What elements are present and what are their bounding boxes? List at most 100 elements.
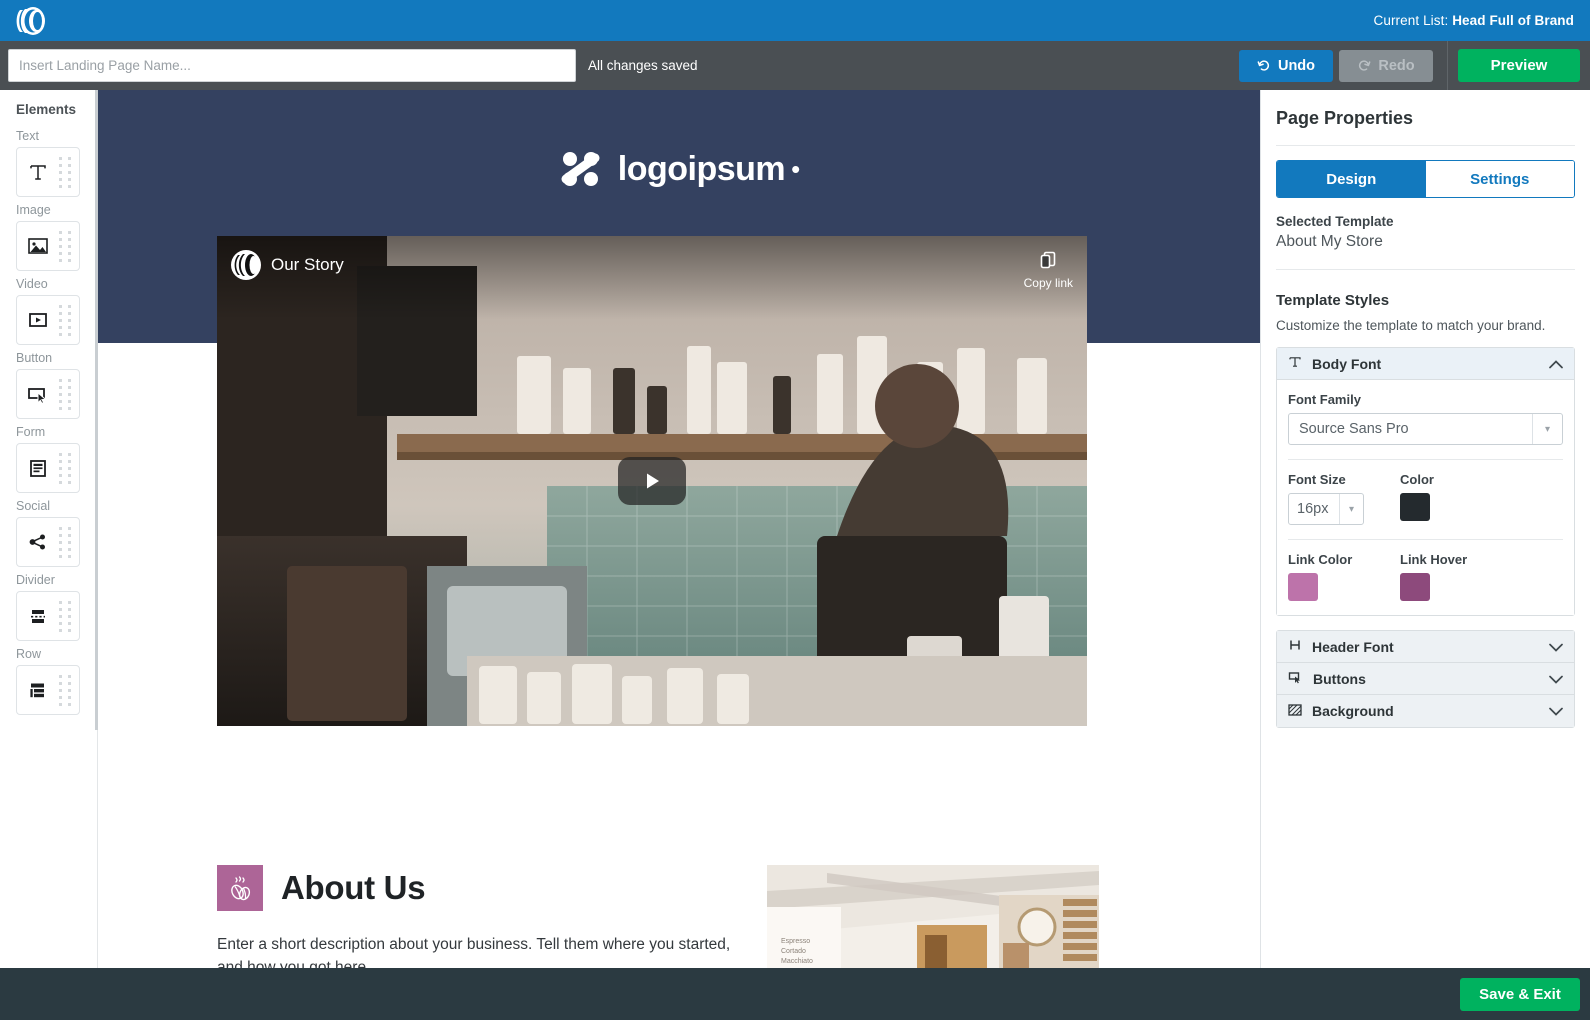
current-list-indicator: Current List: Head Full of Brand [1374, 13, 1575, 28]
about-image[interactable]: Espresso Cortado Macchiato [767, 865, 1099, 985]
element-card-image[interactable] [16, 221, 80, 271]
preview-label: Preview [1491, 57, 1548, 74]
current-list-value: Head Full of Brand [1452, 13, 1574, 28]
chevron-down-icon [1549, 671, 1563, 687]
drag-handle[interactable] [59, 305, 72, 336]
drag-handle[interactable] [59, 527, 72, 558]
page-canvas[interactable]: logoipsum • [98, 90, 1260, 1020]
element-label-text: Text [16, 129, 97, 143]
about-image-thumbnail: Espresso Cortado Macchiato [767, 865, 1099, 985]
accordion-header-background[interactable]: Background [1277, 695, 1574, 727]
link-color-label: Link Color [1288, 552, 1400, 567]
accordion-header-header-font[interactable]: Header Font [1277, 631, 1574, 663]
link-colors-row: Link Color Link Hover [1288, 552, 1563, 601]
element-card-social[interactable] [16, 517, 80, 567]
text-icon [17, 162, 59, 182]
chevron-down-icon [1549, 639, 1563, 655]
template-styles-title: Template Styles [1276, 292, 1575, 309]
brand-logo-text: logoipsum [618, 150, 785, 189]
video-play-button[interactable] [618, 457, 686, 505]
video-element[interactable]: Our Story Copy link [217, 236, 1087, 726]
about-section[interactable]: About Us Enter a short description about… [98, 865, 1260, 985]
element-label-button: Button [16, 351, 97, 365]
element-card-form[interactable] [16, 443, 80, 493]
element-group-divider: Divider [0, 567, 97, 641]
tab-design[interactable]: Design [1277, 161, 1426, 197]
elements-sidebar: Elements Text Image Video [0, 90, 98, 1020]
element-card-row[interactable] [16, 665, 80, 715]
link-hover-swatch[interactable] [1400, 573, 1430, 601]
panel-divider-2 [1276, 269, 1575, 270]
page-properties-panel: Page Properties Design Settings Selected… [1260, 90, 1590, 1020]
panel-divider [1276, 145, 1575, 146]
preview-button[interactable]: Preview [1458, 49, 1580, 82]
drag-handle[interactable] [59, 453, 72, 484]
panel-tabs: Design Settings [1276, 160, 1575, 198]
drag-handle[interactable] [59, 157, 72, 188]
landing-page-builder: Current List: Head Full of Brand All cha… [0, 0, 1590, 1020]
chevron-down-icon: ▾ [1339, 494, 1363, 524]
undo-button[interactable]: Undo [1239, 50, 1333, 82]
undo-label: Undo [1278, 58, 1315, 74]
current-list-label: Current List: [1374, 13, 1449, 28]
background-hatch-icon [1288, 703, 1302, 720]
toolbar-actions: Undo Redo Preview [1239, 41, 1590, 90]
element-label-image: Image [16, 203, 97, 217]
drag-handle[interactable] [59, 675, 72, 706]
elements-title: Elements [0, 102, 97, 123]
accordion-header-buttons[interactable]: Buttons [1277, 663, 1574, 695]
constant-contact-logo[interactable] [14, 6, 48, 36]
redo-button[interactable]: Redo [1339, 50, 1433, 82]
text-T-icon [1288, 355, 1302, 372]
link-color-swatch[interactable] [1288, 573, 1318, 601]
toolbar-divider [1447, 41, 1448, 90]
coffee-beans-icon [217, 865, 263, 911]
save-and-exit-button[interactable]: Save & Exit [1460, 978, 1580, 1011]
element-card-divider[interactable] [16, 591, 80, 641]
svg-text:Macchiato: Macchiato [781, 958, 813, 965]
field-divider-2 [1288, 539, 1563, 540]
video-title-text: Our Story [271, 255, 344, 275]
copy-link-button[interactable]: Copy link [1024, 250, 1073, 293]
drag-handle[interactable] [59, 231, 72, 262]
drag-handle[interactable] [59, 601, 72, 632]
svg-text:Cortado: Cortado [781, 948, 806, 955]
chevron-down-icon: ▾ [1532, 414, 1562, 444]
tab-settings[interactable]: Settings [1426, 161, 1575, 197]
video-title: Our Story [231, 250, 344, 280]
row-icon [17, 680, 59, 700]
page-title: Page Properties [1276, 108, 1575, 129]
element-label-video: Video [16, 277, 97, 291]
accordion-label-background: Background [1312, 703, 1394, 719]
element-label-form: Form [16, 425, 97, 439]
landing-page-name-input[interactable] [8, 49, 576, 82]
accordion-header-body-font[interactable]: Body Font [1277, 348, 1574, 380]
body-color-swatch[interactable] [1400, 493, 1430, 521]
redo-icon [1357, 59, 1371, 73]
accordion-label-header-font: Header Font [1312, 639, 1394, 655]
template-styles-subtitle: Customize the template to match your bra… [1276, 318, 1575, 333]
element-card-text[interactable] [16, 147, 80, 197]
play-icon [640, 469, 664, 493]
social-share-icon [17, 532, 59, 552]
element-group-form: Form [0, 419, 97, 493]
drag-handle[interactable] [59, 379, 72, 410]
element-label-social: Social [16, 499, 97, 513]
button-icon [17, 384, 59, 404]
about-heading: About Us [281, 869, 425, 907]
accordion-body-font: Body Font Font Family Source Sans Pro ▾ … [1276, 347, 1575, 616]
brand-logo[interactable]: logoipsum • [558, 147, 801, 191]
font-family-select[interactable]: Source Sans Pro ▾ [1288, 413, 1563, 445]
element-group-image: Image [0, 197, 97, 271]
element-group-social: Social [0, 493, 97, 567]
element-label-divider: Divider [16, 573, 97, 587]
font-size-select[interactable]: 16px ▾ [1288, 493, 1364, 525]
font-size-color-row: Font Size 16px ▾ Color [1288, 472, 1563, 525]
element-card-video[interactable] [16, 295, 80, 345]
accordion-body-body-font: Font Family Source Sans Pro ▾ Font Size … [1277, 380, 1574, 615]
element-card-button[interactable] [16, 369, 80, 419]
top-app-bar: Current List: Head Full of Brand [0, 0, 1590, 41]
save-and-exit-label: Save & Exit [1479, 986, 1561, 1003]
svg-text:Espresso: Espresso [781, 938, 810, 945]
bottom-action-bar: Save & Exit [0, 968, 1590, 1020]
